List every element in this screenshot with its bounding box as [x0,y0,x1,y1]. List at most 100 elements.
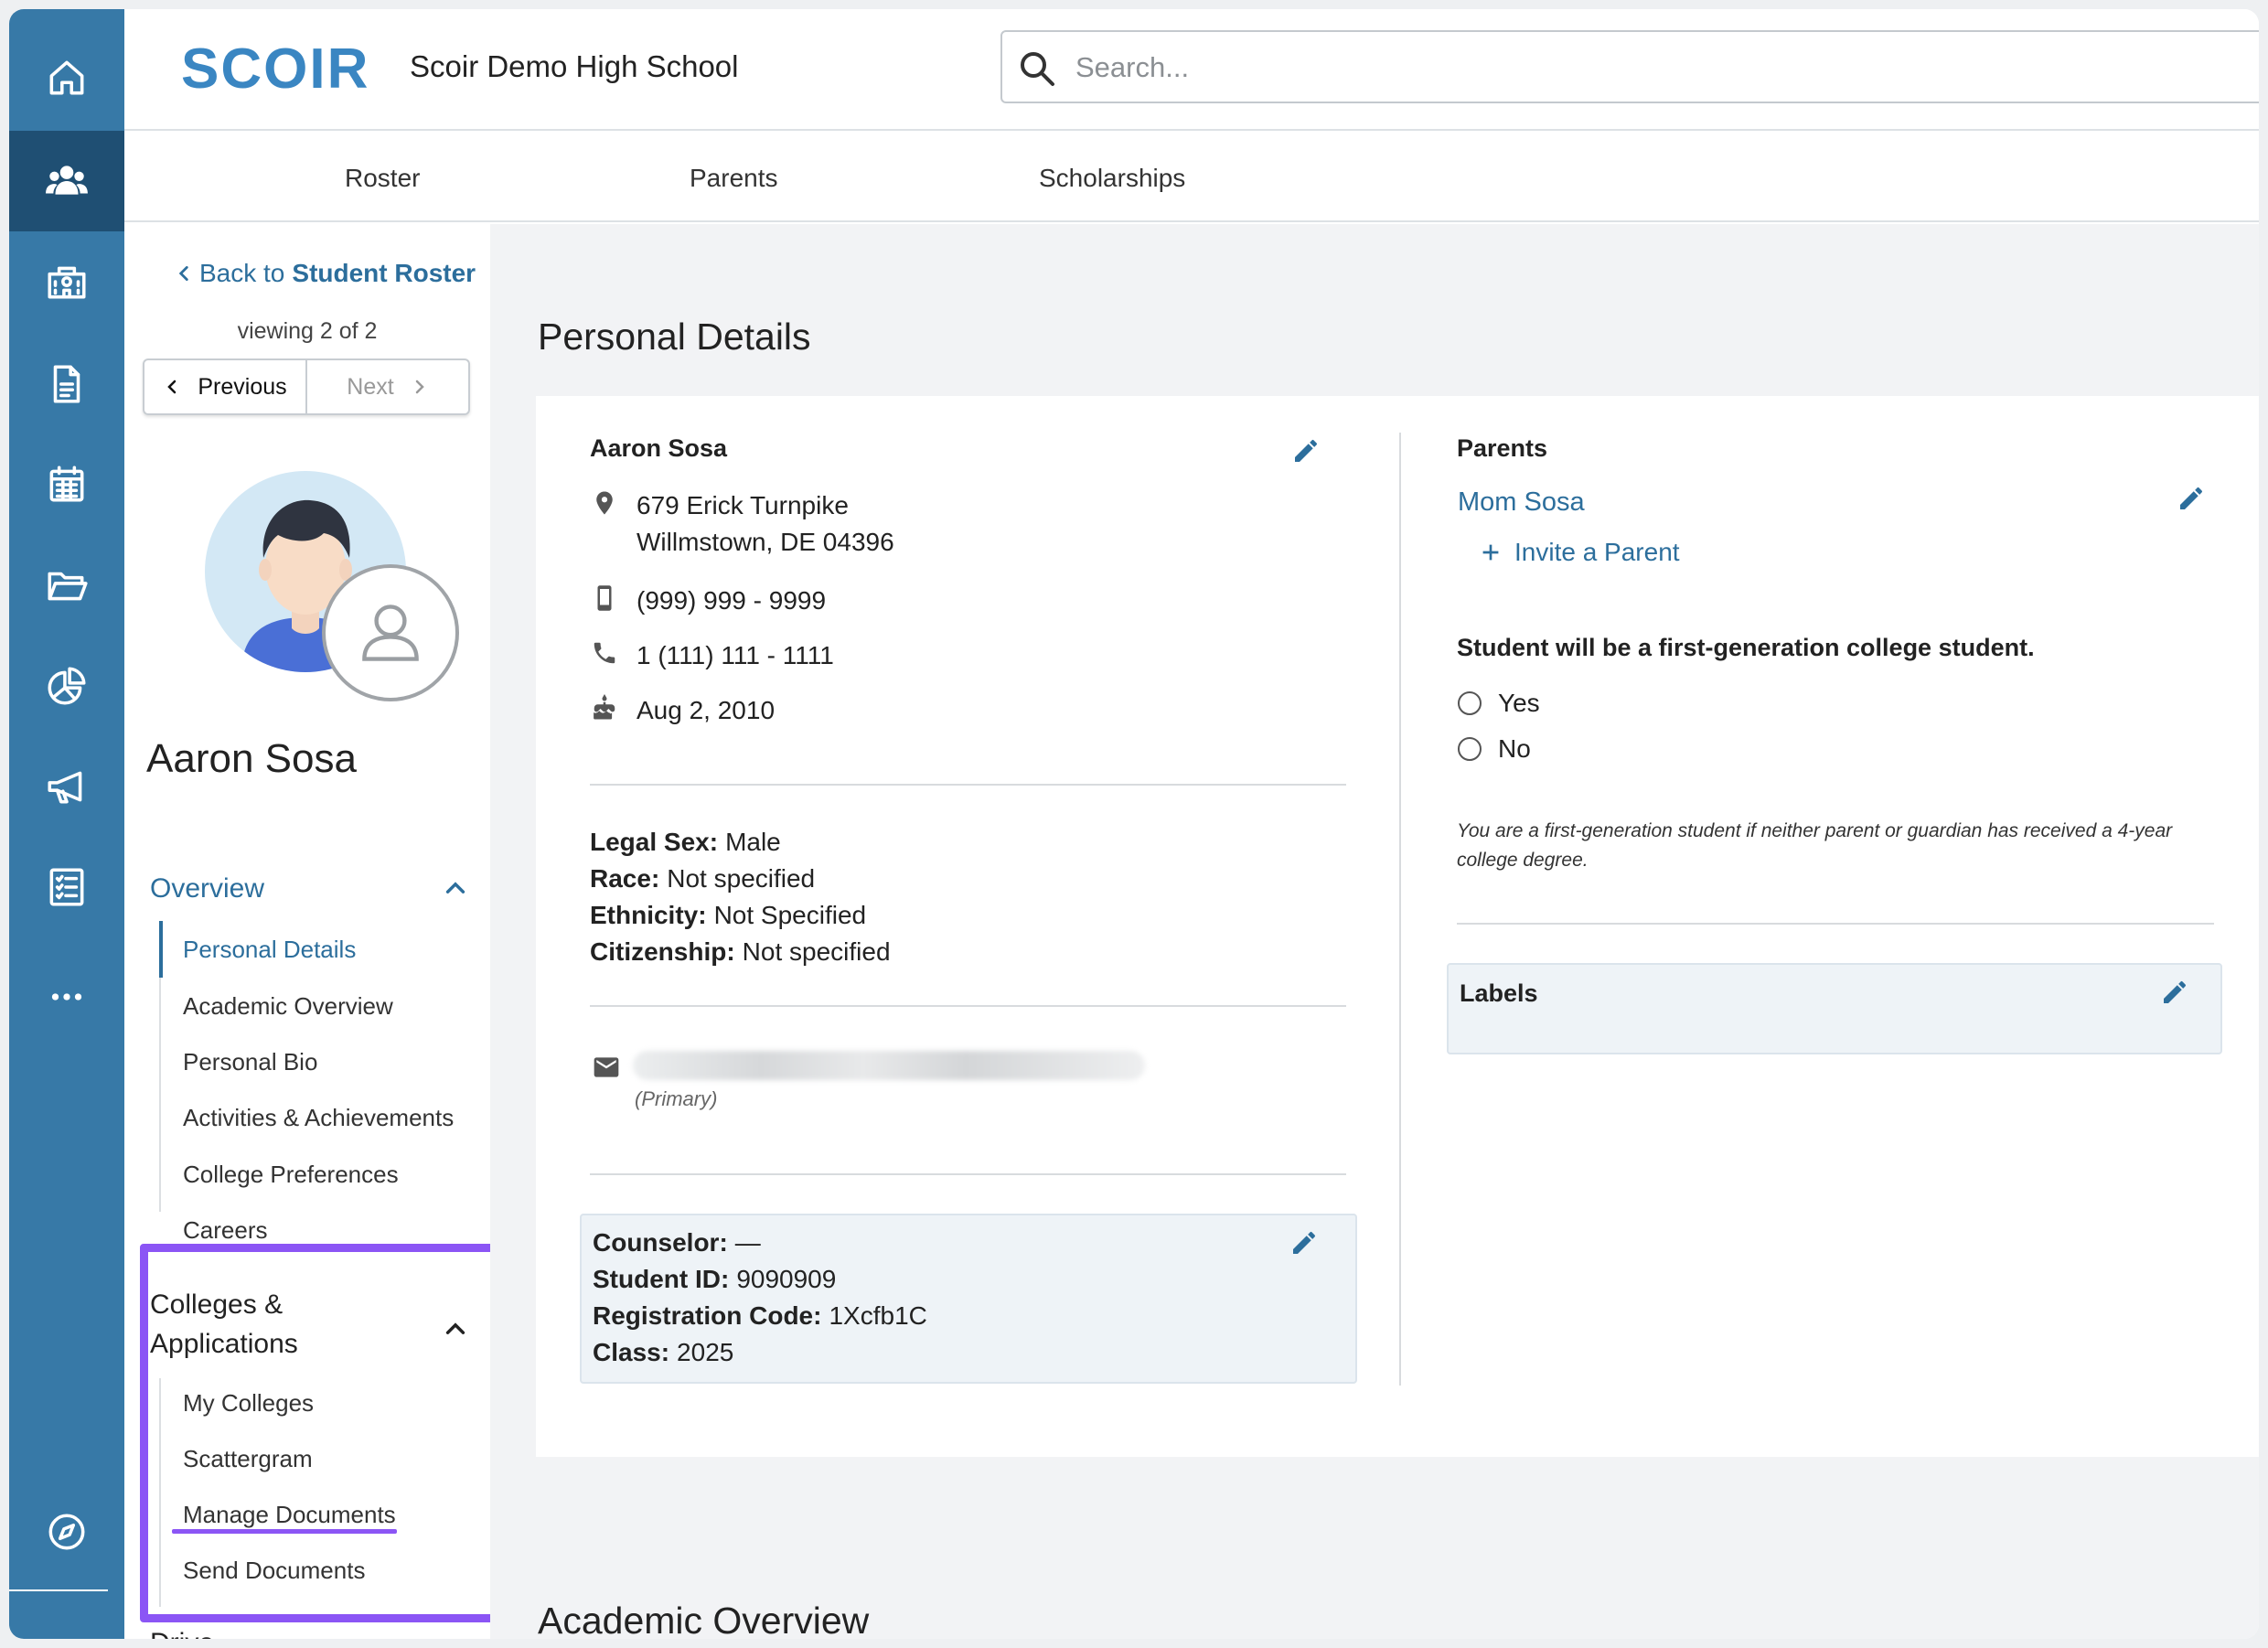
back-to-roster-link[interactable]: Back to Student Roster [174,259,476,288]
attr-value: Not specified [667,864,816,893]
compass-icon [48,1514,85,1550]
info-label: Registration Code: [593,1301,822,1330]
attr-label: Citizenship: [590,937,735,966]
rail-school[interactable] [9,231,124,332]
parent-link[interactable]: Mom Sosa [1458,487,1585,518]
next-button[interactable]: Next [307,360,468,413]
app-window: SCOIR Scoir Demo High School Roster Pare… [9,9,2259,1639]
tab-parents[interactable]: Parents [690,164,778,193]
calendar-icon [49,466,84,502]
ethnicity-row: Ethnicity: Not Specified [590,901,866,930]
first-gen-note: You are a first-generation student if ne… [1457,820,2173,871]
counselor-row: Counselor: — [593,1228,761,1257]
overview-list: Personal Details Academic Overview Perso… [159,921,454,1244]
manage-documents-underline [172,1529,397,1534]
rail-more[interactable] [9,947,124,1047]
tab-roster[interactable]: Roster [345,164,420,193]
divider [590,784,1346,786]
rail-students[interactable] [9,131,124,231]
birthday-cake-icon [594,694,615,720]
nav-section-overview[interactable]: Overview [150,873,264,904]
back-prefix: Back to [199,259,285,287]
student-name: Aaron Sosa [146,736,357,781]
nav-personal-bio[interactable]: Personal Bio [183,1048,317,1076]
phone-icon [594,642,615,664]
student-id-row: Student ID: 9090909 [593,1265,836,1294]
radio-circle[interactable] [1458,737,1482,761]
nav-personal-details[interactable]: Personal Details [183,936,356,964]
plus-icon [1482,544,1499,561]
info-value: 1Xcfb1C [829,1301,927,1330]
info-label: Student ID: [593,1265,730,1293]
rail-home[interactable] [9,27,124,128]
location-pin-icon [596,491,613,515]
mobile-row: (999) 999 - 9999 [591,583,826,619]
previous-label: Previous [198,373,287,400]
people-icon [46,166,88,195]
legal-sex-row: Legal Sex: Male [590,828,781,857]
radio-yes[interactable]: Yes [1458,689,1540,718]
previous-button[interactable]: Previous [144,360,307,413]
nav-college-preferences[interactable]: College Preferences [183,1161,399,1189]
upload-photo-button[interactable] [322,564,459,701]
divider [1457,923,2214,925]
back-link-text: Student Roster [292,259,476,287]
colleges-highlight-box [140,1244,515,1622]
birthday-row: Aug 2, 2010 [591,692,775,729]
main-content: Personal Details Aaron Sosa 679 Erick Tu… [490,224,2259,1639]
section-tabs: Roster Parents Scholarships [124,131,2259,222]
rail-tasks[interactable] [9,837,124,937]
personal-details-card: Aaron Sosa 679 Erick Turnpike Willmstown… [536,396,2259,1457]
nav-activities-achievements[interactable]: Activities & Achievements [183,1104,454,1132]
school-icon [48,266,86,299]
rail-analytics[interactable] [9,636,124,736]
nav-section-drive[interactable]: Drive [150,1628,214,1639]
rail-folder[interactable] [9,535,124,636]
rail-explore[interactable] [9,1482,124,1582]
mobile-phone-icon [597,585,612,611]
search-input[interactable] [1075,45,2173,91]
address-row: 679 Erick Turnpike Willmstown, DE 04396 [591,487,894,561]
rail-calendar[interactable] [9,434,124,535]
address-line2: Willmstown, DE 04396 [637,528,894,556]
scoir-logo[interactable]: SCOIR [181,37,369,102]
rail-documents[interactable] [9,334,124,434]
birthday: Aug 2, 2010 [637,696,776,724]
phone-row: 1 (111) 111 - 1111 [591,637,834,674]
tab-scholarships[interactable]: Scholarships [1039,164,1185,193]
nav-careers[interactable]: Careers [183,1216,267,1245]
parents-title: Parents [1457,434,1548,462]
first-gen-question: Student will be a first-generation colle… [1457,634,2035,661]
more-icon [51,993,82,1001]
active-indicator [159,921,163,978]
chevron-left-icon [167,380,177,394]
checklist-icon [49,868,84,906]
race-row: Race: Not specified [590,864,815,894]
attr-label: Ethnicity: [590,901,707,929]
chevron-up-icon[interactable] [443,875,468,901]
radio-no[interactable]: No [1458,734,1531,764]
mobile-number: (999) 999 - 9999 [637,586,827,615]
school-name: Scoir Demo High School [410,49,739,83]
edit-school-info-pencil-icon[interactable] [1289,1228,1319,1257]
radio-circle[interactable] [1458,691,1482,715]
folder-icon [48,572,88,601]
edit-contact-pencil-icon[interactable] [1291,436,1321,466]
edit-labels-pencil-icon[interactable] [2160,978,2189,1007]
search-box[interactable] [1000,30,2259,103]
user-outline-icon [362,605,419,661]
attr-value: Male [725,828,781,856]
nav-academic-overview[interactable]: Academic Overview [183,992,393,1021]
chart-pie-icon [48,667,86,705]
attr-value: Not specified [742,937,891,966]
invite-parent-button[interactable]: Invite a Parent [1480,538,1680,567]
divider [590,1005,1346,1007]
chevron-left-icon [178,266,188,281]
document-icon [53,365,80,403]
chevron-right-icon [415,380,424,394]
rail-announcements[interactable] [9,736,124,837]
radio-label: Yes [1498,689,1540,717]
next-label: Next [347,373,394,400]
edit-parents-pencil-icon[interactable] [2177,484,2206,513]
academic-overview-title: Academic Overview [538,1600,870,1639]
